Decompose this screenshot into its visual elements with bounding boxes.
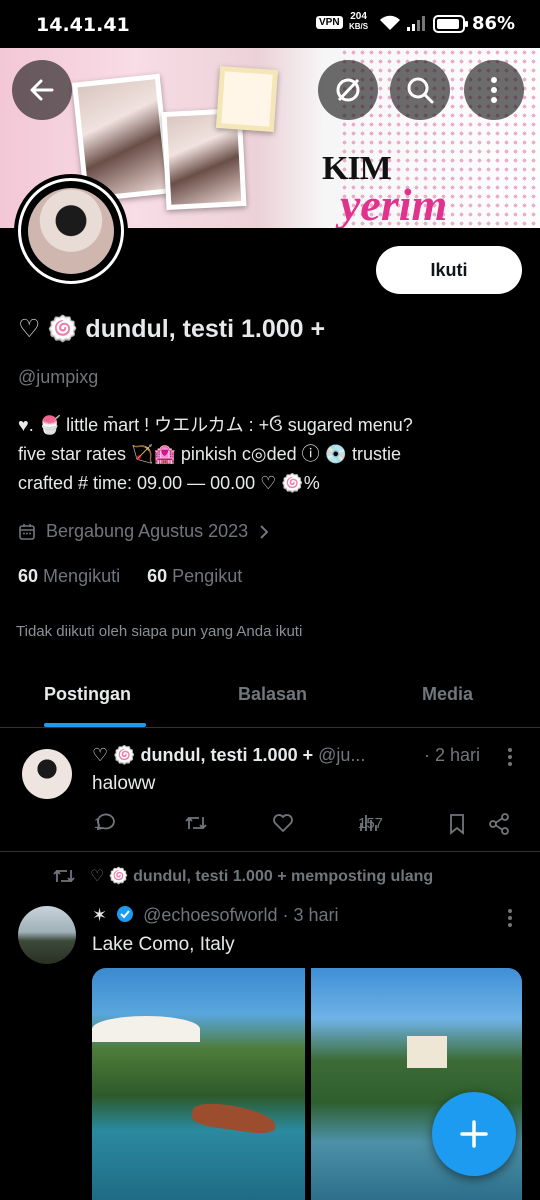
calendar-icon: [19, 523, 35, 540]
more-button[interactable]: [464, 60, 524, 120]
verified-badge-icon: [117, 906, 134, 922]
speed-unit: KB/S: [349, 22, 369, 31]
back-button[interactable]: [12, 60, 72, 120]
profile-bio: ♥. 🍧 little m̄art ! ウエルカム : +ઉ sugared m…: [18, 411, 518, 498]
grok-icon: [336, 78, 360, 102]
tab-media[interactable]: Media: [422, 684, 473, 705]
network-speed: 204 KB/S: [349, 12, 368, 32]
follow-counts: 60 Mengikuti 60 Pengikut: [18, 566, 242, 587]
following-label: Mengikuti: [43, 566, 121, 586]
joined-date-row[interactable]: Bergabung Agustus 2023: [18, 521, 270, 542]
follow-button[interactable]: Ikuti: [376, 246, 522, 294]
banner-title-yerim: yerim: [340, 179, 448, 228]
battery-icon: [433, 15, 468, 33]
post-author-handle[interactable]: @ju...: [318, 745, 365, 765]
post-time: · 2 hari: [424, 745, 481, 765]
compose-button[interactable]: [432, 1092, 516, 1176]
reposter-text: ♡ 🍥 dundul, testi 1.000 + memposting ula…: [90, 868, 434, 885]
followers-label: Pengikut: [172, 566, 243, 586]
share-button[interactable]: [488, 813, 510, 835]
bio-line-3: crafted # time: 09.00 — 00.00 ♡ 🍥%: [18, 473, 320, 493]
boat-shape: [190, 1100, 278, 1136]
repost-indicator[interactable]: ♡ 🍥 dundul, testi 1.000 + memposting ula…: [52, 866, 433, 886]
tab-balasan[interactable]: Balasan: [238, 684, 307, 705]
share-icon: [489, 813, 509, 835]
search-button[interactable]: [390, 60, 450, 120]
avatar-image: [28, 188, 114, 274]
post-image-1[interactable]: [92, 968, 305, 1200]
status-time: 14.41.41: [36, 14, 130, 36]
plus-icon: [460, 1120, 488, 1148]
more-vertical-icon[interactable]: [507, 908, 513, 928]
umbrella-shape: [92, 1016, 200, 1042]
back-arrow-icon: [30, 79, 54, 101]
post[interactable]: ♡ 🍥 dundul, testi 1.000 + @ju... · 2 har…: [0, 729, 540, 852]
followers-link[interactable]: 60 Pengikut: [147, 566, 242, 586]
bookmark-button[interactable]: [448, 813, 466, 835]
signal-icon: [407, 16, 425, 31]
repost-author-avatar[interactable]: [18, 906, 76, 964]
reply-count: 1: [94, 814, 103, 832]
repost-button[interactable]: [184, 813, 208, 833]
status-bar: 14.41.41 VPN 204 KB/S 86%: [0, 0, 540, 48]
like-button[interactable]: [272, 813, 294, 833]
grok-button[interactable]: [318, 60, 378, 120]
vpn-badge: VPN: [316, 16, 343, 29]
profile-tabs: Postingan Balasan Media: [0, 664, 540, 728]
followers-count: 60: [147, 566, 168, 586]
speed-value: 204: [350, 11, 367, 22]
active-tab-indicator: [44, 723, 146, 727]
post-header: ♡ 🍥 dundul, testi 1.000 + @ju...: [92, 745, 365, 766]
reply-button[interactable]: 1: [94, 813, 116, 833]
post-author-name[interactable]: ♡ 🍥 dundul, testi 1.000 +: [92, 745, 313, 765]
post-avatar[interactable]: [22, 749, 72, 799]
post-text: haloww: [92, 773, 156, 794]
wifi-icon: [380, 15, 400, 30]
view-count: 157: [358, 814, 384, 832]
following-count: 60: [18, 566, 39, 586]
chevron-right-icon: [260, 524, 269, 539]
repost-icon: [53, 869, 75, 883]
bookmark-icon: [450, 814, 464, 835]
tab-postingan[interactable]: Postingan: [44, 684, 131, 705]
not-followed-note: Tidak diikuti oleh siapa pun yang Anda i…: [16, 623, 303, 640]
more-vertical-icon[interactable]: [507, 747, 513, 767]
display-name: ♡ 🍥 dundul, testi 1.000 +: [18, 315, 326, 343]
joined-date: Bergabung Agustus 2023: [46, 521, 249, 541]
banner-photo-3: [215, 66, 279, 132]
repost-icon: [185, 816, 207, 830]
profile-avatar[interactable]: [14, 174, 128, 288]
battery-percent: 86%: [472, 13, 516, 34]
search-icon: [407, 77, 434, 104]
repost-author-name[interactable]: ✶: [92, 905, 107, 925]
profile-handle: @jumpixg: [18, 367, 99, 387]
repost-header: ✶ @echoesofworld · 3 hari: [92, 905, 339, 926]
bio-line-1: ♥. 🍧 little m̄art ! ウエルカム : +ઉ sugared m…: [18, 415, 413, 435]
repost-time: · 3 hari: [282, 905, 339, 925]
heart-icon: [273, 814, 293, 833]
repost-author-handle[interactable]: @echoesofworld: [143, 905, 277, 925]
views-button[interactable]: 157: [358, 813, 383, 833]
more-vertical-icon: [491, 77, 497, 103]
repost-text: Lake Como, Italy: [92, 934, 235, 955]
following-link[interactable]: 60 Mengikuti: [18, 566, 120, 586]
villa-shape: [407, 1036, 447, 1068]
bio-line-2: five star rates 🏹🏩 pinkish c◎ded ⓘ 💿 tru…: [18, 444, 402, 464]
